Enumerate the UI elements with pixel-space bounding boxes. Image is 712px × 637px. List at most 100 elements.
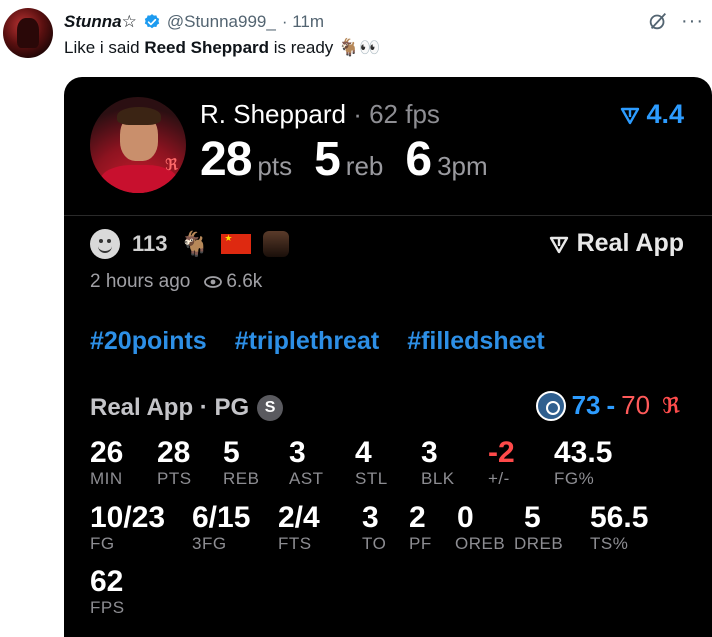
stat-value: 3 [289,436,306,469]
stat-value: 56.5 [590,501,649,534]
stat-minutes: 26 MIN [90,437,123,489]
goat-icon: 🐐 [179,230,210,258]
view-count: 6.6k [226,271,263,292]
stat-oreb: 0 OREB [455,501,506,554]
real-app-logo-icon [549,236,568,253]
score-dash: - [606,390,616,420]
stat-label: DREB [514,534,564,553]
section-header: Real App · PG S [90,394,284,422]
stat-label: PF [409,534,432,553]
game-score: 73-70 ℜ [535,390,680,421]
tweet-header: Stunna☆ @Stunna999_ · 11m [64,10,324,34]
reaction-count: 113 [132,231,168,256]
stat-value: 62 [90,565,124,598]
display-name[interactable]: Stunna☆ [64,12,137,32]
stat-value: 2/4 [278,501,320,534]
score-away: 70 [621,390,651,420]
stat-label: STL [355,469,388,488]
stat-value: 43.5 [554,436,613,469]
stat-assists: 3 AST [289,437,324,489]
user-handle[interactable]: @Stunna999_ [167,12,276,32]
stat-value: 5 [524,501,541,534]
stat-label: 3pm [437,151,488,181]
smile-reaction-icon[interactable] [90,229,120,259]
tweet-text-part: Like i said [64,38,145,57]
stat-label: 3FG [192,534,227,553]
more-icon[interactable]: ··· [681,11,704,31]
stat-label: MIN [90,469,123,488]
stat-value: 2 [409,501,426,534]
stat-fg: 10/23 FG [90,502,165,554]
rating: 4.4 [620,99,684,130]
stat-label: FG% [554,469,595,488]
stat-value: 3 [421,436,438,469]
stat-fts: 2/4 FTS [278,502,320,554]
tweet-time[interactable]: · 11m [282,12,324,32]
stat-value: 28 [157,436,191,469]
stat-value: 5 [314,133,341,186]
team-logo-icon [535,390,566,421]
stat-label: FTS [278,534,312,553]
stat-value: -2 [488,436,515,469]
stat-value: 6 [405,133,432,186]
stat-value: 0 [457,501,474,534]
stat-value: 28 [200,133,252,186]
stat-plus-minus: -2 +/- [488,437,515,489]
headline-stats: 28 pts 5 reb 6 3pm [200,132,488,187]
stat-points: 28 PTS [157,437,192,489]
verified-badge-icon [144,14,160,29]
player-photo: ℜ [90,97,186,193]
tweet-text-part: is ready 🐐👀 [269,38,381,57]
stat-label: AST [289,469,324,488]
stat-value: 6/15 [192,501,251,534]
stat-label: REB [223,469,260,488]
hashtag[interactable]: #filledsheet [407,327,545,356]
real-app-brand: Real App [549,229,684,258]
china-flag-icon [221,233,252,254]
stat-label: +/- [488,469,510,488]
fps-label: · 62 fps [345,99,440,129]
rating-arrow-icon [621,107,640,124]
stat-3fg: 6/15 3FG [192,502,250,554]
stat-label: BLK [421,469,455,488]
headline-stat: 6 3pm [405,132,487,187]
hashtag[interactable]: #triplethreat [235,327,379,356]
stat-fg-pct: 43.5 FG% [554,437,612,489]
media-card[interactable]: ℜ R. Sheppard · 62 fps 28 pts 5 reb 6 3pm 4… [64,77,712,637]
reactor-avatar [263,231,290,257]
grok-icon[interactable] [647,10,669,32]
stat-label: FG [90,534,115,553]
stat-label: TO [362,534,387,553]
stat-ts-pct: 56.5 TS% [590,502,648,554]
position-badge: S [257,395,284,421]
tweet-text: Like i said Reed Sheppard is ready 🐐👀 [64,38,380,58]
real-app-label: Real App [576,229,684,257]
stat-value: 4 [355,436,372,469]
stat-value: 3 [362,501,379,534]
stat-value: 5 [223,436,240,469]
rockets-logo-icon: ℜ [164,157,178,174]
stat-turnovers: 3 TO [362,502,386,554]
user-avatar[interactable] [3,8,53,58]
stat-label: PTS [157,469,192,488]
player-title: R. Sheppard · 62 fps [200,99,440,130]
stat-label: reb [345,151,384,181]
stat-value: 26 [90,436,124,469]
hashtags: #20points #triplethreat #filledsheet [90,327,545,356]
tweet-actions: ··· [647,10,704,32]
stat-label: pts [257,151,293,181]
headline-stat: 5 reb [314,132,383,187]
stat-value: 10/23 [90,501,166,534]
hashtag[interactable]: #20points [90,327,207,356]
divider [64,215,712,216]
section-title: Real App · PG [90,394,250,421]
player-mention: Reed Sheppard [144,38,270,57]
stat-label: OREB [455,534,506,553]
stat-fouls: 2 PF [409,502,432,554]
stat-rebounds: 5 REB [223,437,259,489]
player-name: R. Sheppard [200,99,346,129]
stat-fps: 62 FPS [90,566,125,618]
stat-steals: 4 STL [355,437,388,489]
reactions: 113 🐐 [90,229,290,259]
eye-icon [204,276,223,288]
